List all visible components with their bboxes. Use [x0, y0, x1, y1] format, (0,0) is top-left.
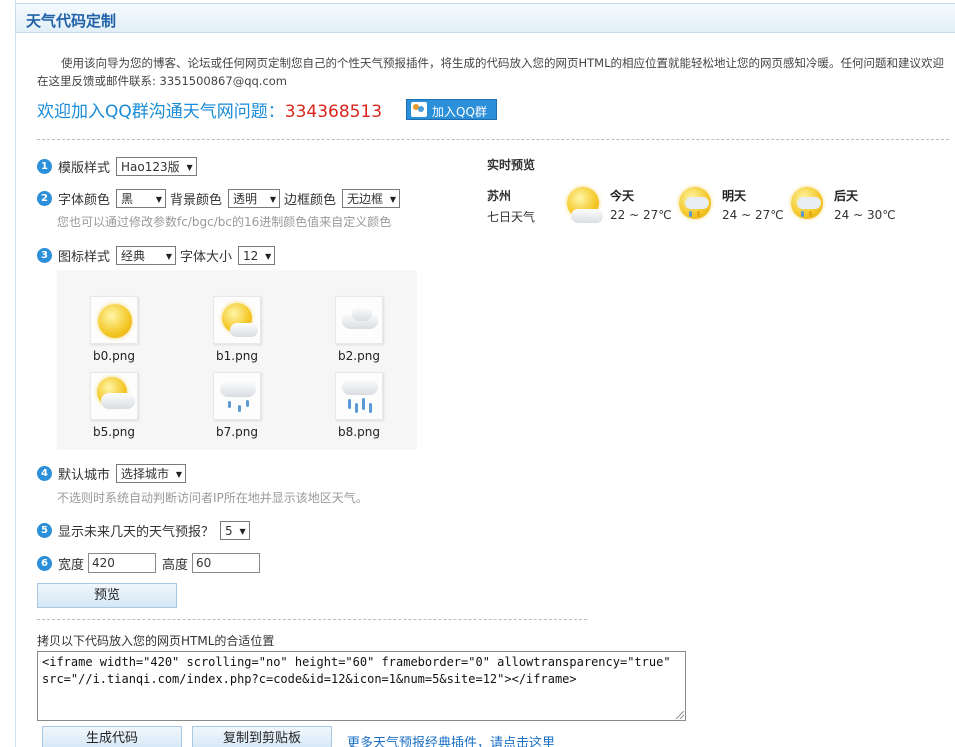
- code-text: <iframe width="420" scrolling="no" heigh…: [42, 655, 671, 686]
- border-color-label: 边框颜色: [284, 193, 337, 208]
- sun-cloud-icon: [213, 296, 261, 344]
- icon-filename: b1.png: [216, 349, 258, 363]
- bg-color-select[interactable]: 透明: [228, 189, 281, 208]
- generate-code-button[interactable]: 生成代码: [42, 726, 182, 747]
- icon-filename: b8.png: [338, 425, 380, 439]
- thunder-rain-icon: [677, 185, 717, 225]
- border-color-select[interactable]: 无边框: [342, 189, 401, 208]
- title-bar: 天气代码定制: [15, 3, 955, 33]
- code-textarea[interactable]: <iframe width="420" scrolling="no" heigh…: [37, 651, 686, 721]
- intro-text: 使用该向导为您的博客、论坛或任何网页定制您自己的个性天气预报插件，将生成的代码放…: [37, 56, 944, 88]
- width-input[interactable]: 420: [88, 553, 157, 573]
- qq-group-text: 欢迎加入QQ群沟通天气网问题：: [37, 102, 285, 122]
- icon-option-b5[interactable]: b5.png: [79, 372, 149, 439]
- step-colors: 2 字体颜色 黑 背景颜色 透明 边框颜色 无边框: [37, 189, 401, 208]
- days-label: 显示未来几天的天气预报？: [58, 525, 215, 540]
- step-number-1: 1: [37, 159, 52, 174]
- icon-option-b8[interactable]: b8.png: [324, 372, 394, 439]
- city-label: 默认城市: [58, 468, 111, 483]
- preview-day-range: 24 ~ 27℃: [722, 208, 784, 222]
- icon-filename: b5.png: [93, 425, 135, 439]
- icon-option-b0[interactable]: b0.png: [79, 296, 149, 363]
- icon-gallery: b0.png b1.png b2.png b5.png b7.png b8.pn…: [57, 270, 417, 450]
- partly-cloudy-icon: [90, 372, 138, 420]
- city-hint: 不选则时系统自动判断访问者IP所在地并显示该地区天气。: [57, 491, 368, 505]
- rain-icon: [335, 372, 383, 420]
- step-days: 5 显示未来几天的天气预报？ 5: [37, 521, 250, 540]
- step-size: 6 宽度 420 高度 60: [37, 553, 261, 573]
- more-plugins-link[interactable]: 更多天气预报经典插件，请点击这里: [347, 732, 555, 747]
- resize-grip-icon[interactable]: [676, 711, 684, 719]
- height-label: 高度: [162, 557, 189, 573]
- preview-day-name: 明天: [722, 189, 747, 203]
- preview-button[interactable]: 预览: [37, 583, 177, 608]
- light-rain-icon: [213, 372, 261, 420]
- width-label: 宽度: [58, 557, 85, 573]
- template-select[interactable]: Hao123版: [116, 157, 197, 176]
- font-color-label: 字体颜色: [58, 193, 111, 208]
- cloudy-icon: [335, 296, 383, 344]
- code-label: 拷贝以下代码放入您的网页HTML的合适位置: [37, 634, 275, 648]
- divider: [37, 619, 587, 620]
- qq-group-number: 334368513: [284, 102, 383, 122]
- qq-users-icon: [411, 102, 427, 117]
- join-qq-button[interactable]: 加入QQ群: [406, 99, 497, 120]
- sunny-icon: [90, 296, 138, 344]
- preview-day-name: 今天: [610, 189, 635, 203]
- template-label: 模版样式: [58, 161, 111, 176]
- preview-day-range: 24 ~ 30℃: [834, 208, 896, 222]
- preview-title: 实时预览: [487, 158, 536, 172]
- preview-subtitle: 七日天气: [487, 210, 536, 224]
- step-icons: 3 图标样式 经典 字体大小 12: [37, 246, 276, 265]
- icon-option-b1[interactable]: b1.png: [202, 296, 272, 363]
- bg-color-label: 背景颜色: [170, 193, 223, 208]
- height-input[interactable]: 60: [192, 553, 261, 573]
- days-select[interactable]: 5: [220, 521, 250, 540]
- step-template: 1 模版样式 Hao123版: [37, 157, 197, 176]
- icon-style-select[interactable]: 经典: [116, 246, 177, 265]
- sun-cloud-icon: [565, 185, 605, 225]
- divider: [37, 139, 949, 140]
- preview-day-name: 后天: [834, 189, 859, 203]
- step-number-6: 6: [37, 555, 52, 571]
- thunder-rain-icon: [789, 185, 829, 225]
- color-hint: 您也可以通过修改参数fc/bgc/bc的16进制颜色值来自定义颜色: [57, 215, 392, 229]
- font-size-label: 字体大小: [180, 250, 233, 265]
- step-number-3: 3: [37, 248, 52, 263]
- icon-option-b2[interactable]: b2.png: [324, 296, 394, 363]
- font-size-select[interactable]: 12: [238, 246, 276, 265]
- join-qq-label: 加入QQ群: [432, 105, 487, 119]
- step-number-2: 2: [37, 191, 52, 206]
- city-select[interactable]: 选择城市: [116, 464, 187, 483]
- step-number-5: 5: [37, 523, 52, 538]
- preview-day-range: 22 ~ 27℃: [610, 208, 672, 222]
- copy-clipboard-button[interactable]: 复制到剪贴板: [192, 726, 332, 747]
- font-color-select[interactable]: 黑: [116, 189, 167, 208]
- qq-group-line: 欢迎加入QQ群沟通天气网问题：334368513: [37, 97, 382, 122]
- page-title: 天气代码定制: [26, 12, 117, 30]
- icon-filename: b2.png: [338, 349, 380, 363]
- step-city: 4 默认城市 选择城市: [37, 464, 187, 483]
- icon-style-label: 图标样式: [58, 250, 111, 265]
- icon-option-b7[interactable]: b7.png: [202, 372, 272, 439]
- preview-city: 苏州: [487, 189, 512, 203]
- step-number-4: 4: [37, 466, 52, 481]
- icon-filename: b0.png: [93, 349, 135, 363]
- icon-filename: b7.png: [216, 425, 258, 439]
